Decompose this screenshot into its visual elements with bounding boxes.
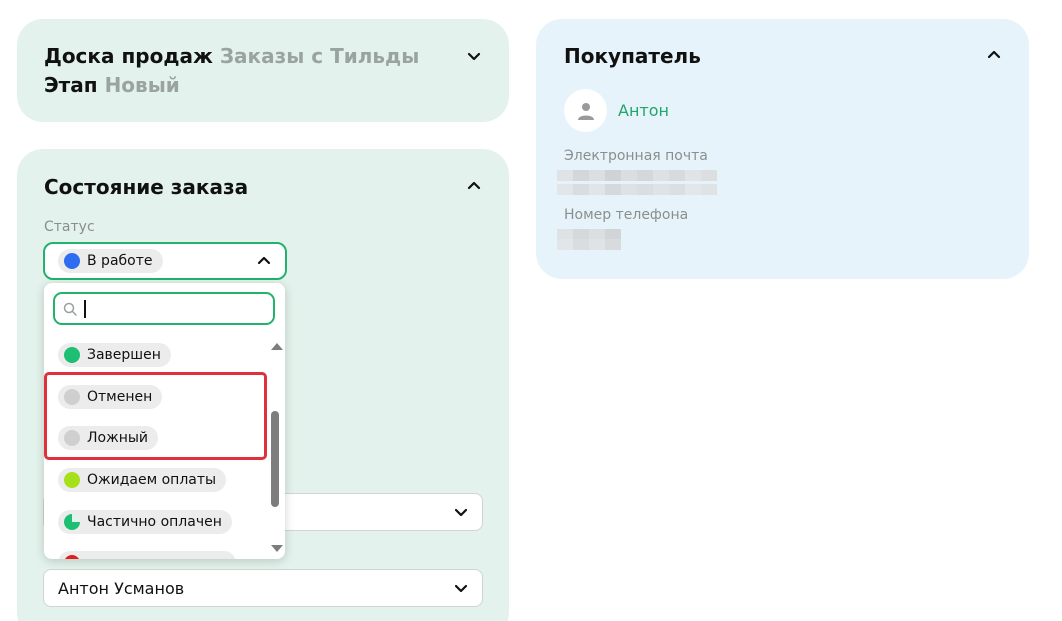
responsible-value: Антон Усманов xyxy=(58,579,185,598)
status-label: Статус xyxy=(44,219,95,235)
text-caret xyxy=(84,300,86,318)
status-option-partially-paid[interactable]: Частично оплачен xyxy=(58,510,232,534)
scroll-down-arrow-icon[interactable] xyxy=(271,545,283,552)
status-dot-icon xyxy=(64,555,80,559)
search-icon xyxy=(63,302,77,316)
responsible-select[interactable]: Антон Усманов xyxy=(43,569,483,607)
redacted-email-row2 xyxy=(557,184,717,195)
status-select[interactable]: В работе xyxy=(43,242,287,280)
deal-card: Доска продаж Заказы с Тильды Этап Новый xyxy=(17,19,509,122)
board-line: Доска продаж Заказы с Тильды xyxy=(44,44,419,68)
email-label: Электронная почта xyxy=(564,148,708,164)
status-option-label: Частично оплачен xyxy=(87,514,222,530)
chevron-down-icon[interactable] xyxy=(450,501,472,523)
board-label: Доска продаж xyxy=(44,44,213,68)
status-option-partial-hidden[interactable] xyxy=(58,551,236,559)
status-dot-icon xyxy=(64,253,80,269)
stage-label: Этап xyxy=(44,73,98,97)
scroll-up-arrow-icon[interactable] xyxy=(271,343,283,350)
user-icon xyxy=(577,102,594,120)
redacted-email xyxy=(557,170,717,181)
redacted-phone-row2 xyxy=(557,239,621,250)
status-selected-label: В работе xyxy=(87,253,153,269)
status-option-label: Завершен xyxy=(87,347,161,363)
status-dot-icon xyxy=(64,472,80,488)
avatar xyxy=(564,89,607,132)
order-state-title: Состояние заказа xyxy=(44,175,249,199)
status-option-awaiting-payment[interactable]: Ожидаем оплаты xyxy=(58,468,227,492)
chevron-up-icon[interactable] xyxy=(463,175,485,197)
chevron-up-icon[interactable] xyxy=(983,44,1005,66)
scroll-thumb[interactable] xyxy=(271,411,279,507)
status-search-input[interactable] xyxy=(53,292,275,325)
chevron-down-icon[interactable] xyxy=(450,577,472,599)
chevron-up-icon[interactable] xyxy=(253,250,275,272)
annotation-highlight xyxy=(44,372,267,460)
buyer-name-link[interactable]: Антон xyxy=(618,101,669,120)
partial-pie-icon xyxy=(64,514,80,530)
status-option-label: Ожидаем оплаты xyxy=(87,472,217,488)
stage-line: Этап Новый xyxy=(44,73,180,97)
phone-label: Номер телефона xyxy=(564,207,689,223)
status-dot-icon xyxy=(64,347,80,363)
board-value: Заказы с Тильды xyxy=(219,44,420,68)
stage-value: Новый xyxy=(104,73,180,97)
status-selected-pill: В работе xyxy=(58,249,163,273)
chevron-down-icon[interactable] xyxy=(463,45,485,67)
status-option-completed[interactable]: Завершен xyxy=(58,343,171,367)
buyer-title: Покупатель xyxy=(564,44,701,68)
